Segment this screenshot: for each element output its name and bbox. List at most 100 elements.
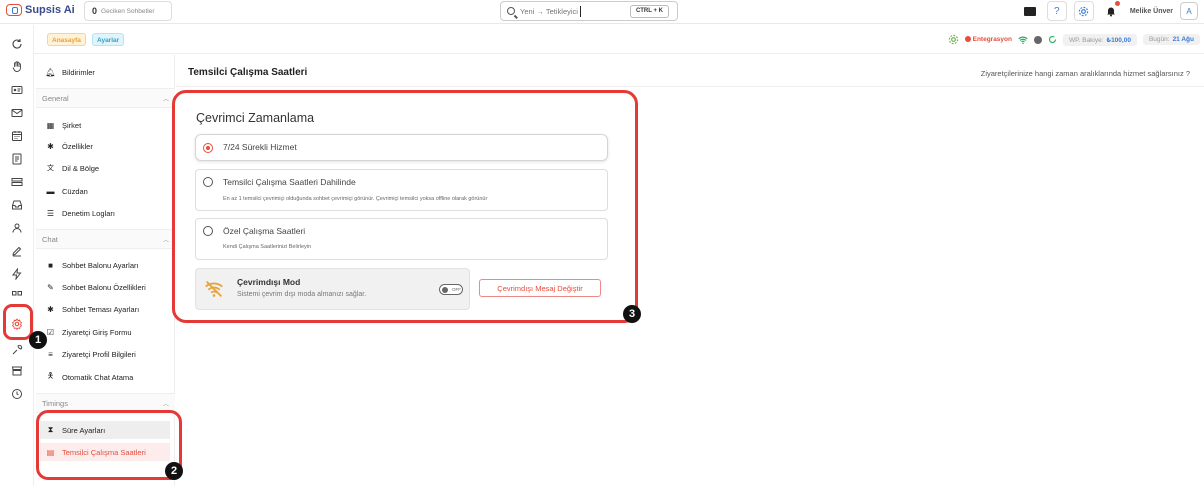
sidebar-item-audit-logs[interactable]: ☰ Denetim Logları <box>46 204 115 222</box>
integration-status[interactable]: Entegrasyon <box>964 36 1012 43</box>
hourglass-icon: ⧗ <box>47 425 54 434</box>
id-card-icon[interactable] <box>10 83 24 97</box>
inbox-icon[interactable] <box>10 198 24 212</box>
top-right-actions: ? Melike Ünver A <box>1020 1 1198 21</box>
group-label: Chat <box>42 234 58 244</box>
sidebar-item-label: Bildirimler <box>62 67 95 77</box>
search-input[interactable]: Yeni → Tetikleyici CTRL + K <box>500 1 678 21</box>
search-icon <box>507 7 515 15</box>
settings-rail-icon[interactable] <box>10 317 24 331</box>
sidebar-item-chat-bubble-settings[interactable]: ■ Sohbet Balonu Ayarları <box>46 256 139 274</box>
sidebar-item-chat-bubble-features[interactable]: ✎ Sohbet Balonu Özellikleri <box>46 278 146 296</box>
settings-button[interactable] <box>1073 1 1094 21</box>
option-custom-hours[interactable]: Özel Çalışma Saatleri Kendi Çalışma Saat… <box>195 218 608 260</box>
sidebar-item-label: Sohbet Balonu Özellikleri <box>62 282 146 292</box>
wp-balance: WP. Bakiye: ₺100,00 <box>1062 33 1137 46</box>
search-placeholder: Yeni → Tetikleyici <box>520 6 578 16</box>
page-title: Temsilci Çalışma Saatleri <box>188 67 308 78</box>
grid-icon[interactable] <box>10 289 24 303</box>
option-description: En az 1 temsilci çevrimiçi olduğunda soh… <box>223 196 488 202</box>
envelope-icon <box>1023 6 1036 16</box>
chevron-up-icon: ︿ <box>162 237 169 244</box>
sidebar-item-visitor-login-form[interactable]: ☑ Ziyaretçi Giriş Formu <box>46 323 132 341</box>
refresh-icon[interactable] <box>10 37 24 51</box>
annotation-badge-3: 3 <box>623 305 641 323</box>
sidebar-item-label: Ziyaretçi Giriş Formu <box>62 327 132 337</box>
sidebar-item-label: Cüzdan <box>62 186 88 196</box>
breadcrumb-bar: Anasayfa Ayarlar Entegrasyon WP. Bakiye:… <box>34 26 1204 54</box>
option-label: 7/24 Sürekli Hizmet <box>223 142 297 152</box>
brand[interactable]: Supsis Ai <box>6 4 75 16</box>
sidebar-item-wallet[interactable]: ▬ Cüzdan <box>46 182 88 200</box>
help-button[interactable]: ? <box>1046 1 1067 21</box>
list-icon: ☰ <box>46 208 55 218</box>
sidebar-item-chat-theme[interactable]: ✱ Sohbet Teması Ayarları <box>46 300 139 318</box>
brand-name: Supsis Ai <box>25 4 75 16</box>
radio-agent-hours[interactable] <box>203 177 213 187</box>
calendar-icon: ▤ <box>46 447 55 457</box>
wallet-icon: ▬ <box>46 186 55 196</box>
sidebar-item-label: Sohbet Balonu Ayarları <box>62 260 139 270</box>
hand-icon[interactable] <box>10 60 24 74</box>
option-label: Özel Çalışma Saatleri <box>223 226 306 236</box>
users-icon[interactable] <box>10 221 24 235</box>
sidebar-item-agent-working-hours[interactable]: ▤ Temsilci Çalışma Saatleri <box>40 443 170 461</box>
checkbox-icon: ☑ <box>46 327 55 337</box>
top-bar: Supsis Ai 0 Geciken Sohbetler Yeni → Tet… <box>0 0 1204 24</box>
ticket-icon[interactable] <box>10 175 24 189</box>
missed-chats-count: 0 <box>92 6 98 16</box>
integration-gear-icon[interactable] <box>948 34 959 45</box>
sidebar-item-notifications[interactable]: 🔔︎ Bildirimler <box>45 63 95 81</box>
sidebar-group-timings[interactable]: Timings ︿ <box>36 393 175 413</box>
sidebar-item-language[interactable]: 文 Dil & Bölge <box>46 159 99 177</box>
calendar-icon[interactable] <box>10 129 24 143</box>
sidebar-item-auto-chat-assign[interactable]: 🯅 Otomatik Chat Atama <box>46 368 133 386</box>
change-offline-message-button[interactable]: Çevrimdışı Mesaj Değiştir <box>479 279 601 297</box>
sidebar-group-chat[interactable]: Chat ︿ <box>36 229 175 249</box>
notifications-button[interactable] <box>1101 1 1121 21</box>
annotation-badge-2: 2 <box>165 462 183 480</box>
sidebar-item-company[interactable]: ▦ Şirket <box>46 116 81 134</box>
group-label: General <box>42 93 69 103</box>
document-icon[interactable] <box>10 152 24 166</box>
breadcrumb-settings[interactable]: Ayarlar <box>92 33 125 46</box>
offline-mode-toggle[interactable]: OFF <box>439 284 463 295</box>
search-shortcut: CTRL + K <box>629 5 669 18</box>
wifi-off-icon <box>205 280 223 298</box>
tools-icon[interactable] <box>10 343 24 357</box>
missed-chats-box[interactable]: 0 Geciken Sohbetler <box>84 1 172 21</box>
sidebar-item-label: Şirket <box>62 120 82 130</box>
mail-icon[interactable] <box>10 106 24 120</box>
sidebar-item-features[interactable]: ✱ Özellikler <box>46 137 93 155</box>
user-name[interactable]: Melike Ünver <box>1130 8 1173 15</box>
edit-icon[interactable] <box>10 244 24 258</box>
clock-icon[interactable] <box>10 387 24 401</box>
sidebar-group-general[interactable]: General ︿ <box>36 88 175 108</box>
settings-sidebar: 🔔︎ Bildirimler General ︿ ▦ Şirket ✱ Özel… <box>36 55 175 486</box>
option-agent-hours[interactable]: Temsilci Çalışma Saatleri Dahilinde En a… <box>195 169 608 211</box>
group-label: Timings <box>42 398 68 408</box>
breadcrumb-home[interactable]: Anasayfa <box>47 33 86 46</box>
radio-custom-hours[interactable] <box>203 226 213 236</box>
annotation-badge-1: 1 <box>29 331 47 349</box>
avatar[interactable]: A <box>1180 2 1198 20</box>
sync-icon <box>1048 36 1057 44</box>
sidebar-item-label: Temsilci Çalışma Saatleri <box>62 447 146 457</box>
sidebar-item-duration-settings[interactable]: ⧗ Süre Ayarları <box>40 421 170 439</box>
option-description: Kendi Çalışma Saatlerinizi Belirleyin <box>223 244 312 250</box>
store-icon[interactable] <box>10 364 24 378</box>
radio-24-7[interactable] <box>203 143 213 153</box>
offline-mode-title: Çevrimdışı Mod <box>237 277 301 287</box>
gear-icon: ✱ <box>47 304 54 314</box>
lightning-icon[interactable] <box>10 267 24 281</box>
today-date: Bugün: 21 Ağu <box>1142 34 1200 45</box>
option-label: Temsilci Çalışma Saatleri Dahilinde <box>223 177 356 187</box>
gear-icon <box>1079 6 1089 16</box>
sidebar-item-visitor-profile[interactable]: ≡ Ziyaretçi Profil Bilgileri <box>46 345 136 363</box>
chat-bubble-icon: ■ <box>48 260 53 270</box>
status-area: Entegrasyon WP. Bakiye: ₺100,00 Bugün: 21 … <box>948 31 1200 48</box>
wrench-icon: ✎ <box>47 282 54 292</box>
messages-button[interactable] <box>1020 1 1040 21</box>
page-subtitle: Ziyaretçilerinize hangi zaman aralıkları… <box>980 69 1190 78</box>
option-24-7[interactable]: 7/24 Sürekli Hizmet <box>195 134 608 161</box>
